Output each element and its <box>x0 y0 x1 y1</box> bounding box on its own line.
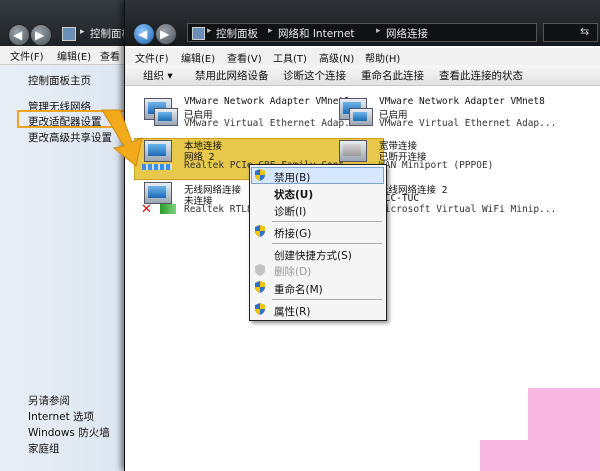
ctx-properties[interactable]: 属性(R) <box>274 304 311 319</box>
breadcrumb-network-internet[interactable]: 网络和 Internet <box>278 26 355 41</box>
ctx-disable[interactable]: 禁用(B) <box>274 170 310 185</box>
view-status-button[interactable]: 查看此连接的状态 <box>439 68 523 83</box>
menu-help[interactable]: 帮助(H) <box>365 50 400 65</box>
watermark-block <box>528 388 600 471</box>
adapter-vmnet8[interactable]: VMware Network Adapter VMnet8 已启用 VMware… <box>335 96 556 136</box>
control-panel-icon <box>192 27 205 40</box>
context-menu: 禁用(B) 状态(U) 诊断(I) 桥接(G) 创建快捷方式(S) 删除(D) … <box>249 164 387 321</box>
back-nav-back-button[interactable]: ◀ <box>8 24 30 46</box>
ctx-rename[interactable]: 重命名(M) <box>274 282 323 297</box>
context-menu-hover-highlight <box>251 167 384 184</box>
ctx-create-shortcut[interactable]: 创建快捷方式(S) <box>274 248 352 263</box>
arrow-right-icon: ▶ <box>160 27 170 41</box>
control-panel-icon <box>62 27 76 41</box>
command-toolbar: 组织 ▾ 禁用此网络设备 诊断这个连接 重命名此连接 查看此连接的状态 <box>125 65 600 86</box>
uac-shield-icon <box>255 169 265 181</box>
ctx-diagnose[interactable]: 诊断(I) <box>274 204 306 219</box>
menu-edit[interactable]: 编辑(E) <box>57 48 91 63</box>
uac-shield-icon <box>255 303 265 315</box>
ctx-delete: 删除(D) <box>274 266 312 278</box>
nav-forward-button[interactable]: ▶ <box>155 23 177 45</box>
arrow-left-icon: ◀ <box>13 28 23 42</box>
front-title-bar: ◀ ▶ ▸ 控制面板 ▸ 网络和 Internet ▸ 网络连接 ⇆ <box>125 0 600 46</box>
see-also-firewall[interactable]: Windows 防火墙 <box>28 425 110 440</box>
menu-separator <box>272 243 382 244</box>
arrow-left-icon: ◀ <box>138 27 148 41</box>
address-bar[interactable]: ▸ 控制面板 ▸ 网络和 Internet ▸ 网络连接 <box>187 23 537 42</box>
network-adapter-icon <box>154 108 178 126</box>
search-box[interactable]: ⇆ <box>543 23 598 42</box>
menu-tools[interactable]: 工具(T) <box>273 50 307 65</box>
network-adapter-icon <box>144 140 172 162</box>
adapter-name: VMware Network Adapter VMnet1 <box>184 96 350 107</box>
organize-button[interactable]: 组织 ▾ <box>143 68 173 83</box>
nav-back-button[interactable]: ◀ <box>133 23 155 45</box>
disable-device-button[interactable]: 禁用此网络设备 <box>195 68 269 83</box>
broadband-modem-icon <box>339 140 367 162</box>
breadcrumb-control-panel[interactable]: 控制面板 <box>216 26 258 41</box>
adapter-device: Microsoft Virtual WiFi Minip... <box>379 204 557 215</box>
adapter-wireless[interactable]: ✕ 无线网络连接 未连接 Realtek RTL819... <box>140 182 281 222</box>
uac-shield-icon <box>255 225 265 237</box>
breadcrumb-separator-icon: ▸ <box>376 26 381 36</box>
rename-connection-button[interactable]: 重命名此连接 <box>361 68 424 83</box>
disconnected-x-icon: ✕ <box>141 202 152 217</box>
menu-view[interactable]: 查看(V) <box>227 50 262 65</box>
back-nav-forward-button[interactable]: ▶ <box>30 24 52 46</box>
diagnose-connection-button[interactable]: 诊断这个连接 <box>283 68 346 83</box>
breadcrumb-separator-icon: ▸ <box>268 26 273 36</box>
breadcrumb-network-connections[interactable]: 网络连接 <box>386 26 428 41</box>
wireless-adapter-icon <box>144 182 172 204</box>
menu-bar: 文件(F) 编辑(E) 查看(V) 工具(T) 高级(N) 帮助(H) <box>125 48 600 65</box>
adapter-name: VMware Network Adapter VMnet8 <box>379 96 545 107</box>
see-also-heading: 另请参阅 <box>28 395 70 407</box>
ctx-status[interactable]: 状态(U) <box>274 187 313 202</box>
arrow-right-icon: ▶ <box>35 28 45 42</box>
menu-file[interactable]: 文件(F) <box>135 50 169 65</box>
refresh-icon[interactable]: ⇆ <box>580 25 589 38</box>
breadcrumb-separator-icon: ▸ <box>80 27 85 37</box>
menu-view[interactable]: 查看 <box>100 48 120 63</box>
adapter-vmnet1[interactable]: VMware Network Adapter VMnet1 已启用 VMware… <box>140 96 361 136</box>
watermark-block <box>480 440 528 471</box>
menu-separator <box>272 221 382 222</box>
sidebar-link-home[interactable]: 控制面板主页 <box>28 73 91 88</box>
ctx-bridge[interactable]: 桥接(G) <box>274 226 311 241</box>
uac-shield-icon <box>255 264 265 276</box>
breadcrumb-separator-icon: ▸ <box>207 26 212 36</box>
annotation-arrow-icon <box>101 109 143 167</box>
adapter-device: VMware Virtual Ethernet Adap... <box>379 118 557 129</box>
signal-bars-icon <box>160 204 176 214</box>
menu-file[interactable]: 文件(F) <box>10 48 44 63</box>
adapter-device: WAN Miniport (PPPOE) <box>379 160 494 171</box>
see-also-internet-options[interactable]: Internet 选项 <box>28 409 94 424</box>
back-menu-bar: 文件(F) 编辑(E) 查看 <box>0 46 125 65</box>
menu-advanced[interactable]: 高级(N) <box>319 50 354 65</box>
menu-separator <box>272 299 382 300</box>
uac-shield-icon <box>255 281 265 293</box>
see-also-homegroup[interactable]: 家庭组 <box>28 441 60 456</box>
network-adapter-icon <box>349 108 373 126</box>
menu-edit[interactable]: 编辑(E) <box>181 50 215 65</box>
